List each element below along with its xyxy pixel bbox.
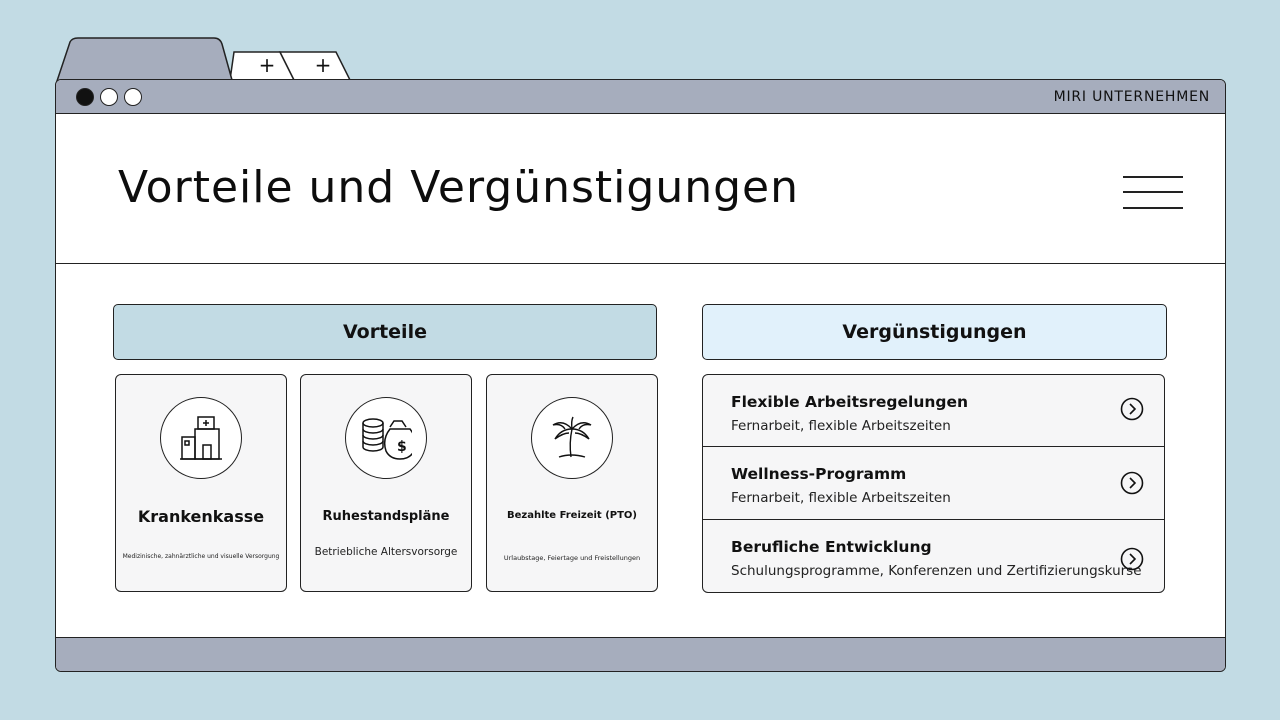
chevron-right-circle-icon[interactable] <box>1120 547 1144 571</box>
perk-item-flexible-work[interactable]: Flexible Arbeitsregelungen Fernarbeit, f… <box>703 375 1164 447</box>
perks-list: Flexible Arbeitsregelungen Fernarbeit, f… <box>702 374 1165 593</box>
perk-item-wellness[interactable]: Wellness-Programm Fernarbeit, flexible A… <box>703 447 1164 520</box>
window-control-maximize[interactable] <box>124 88 142 106</box>
money-icon: $ <box>345 397 427 479</box>
perk-description: Schulungsprogramme, Konferenzen und Zert… <box>731 563 1142 579</box>
new-tab-button[interactable]: + <box>256 54 278 76</box>
benefit-title: Bezahlte Freizeit (PTO) <box>507 510 637 521</box>
chevron-right-circle-icon[interactable] <box>1120 397 1144 421</box>
new-tab-button-2[interactable]: + <box>312 54 334 76</box>
benefit-subtitle: Urlaubstage, Feiertage und Freistellunge… <box>503 554 641 562</box>
benefit-subtitle: Medizinische, zahnärztliche und visuelle… <box>122 553 280 560</box>
palm-tree-icon <box>531 397 613 479</box>
benefit-title: Krankenkasse <box>137 507 265 526</box>
perk-item-professional-development[interactable]: Berufliche Entwicklung Schulungsprogramm… <box>703 520 1164 592</box>
browser-window: MIRI UNTERNEHMEN Vorteile und Vergünstig… <box>55 79 1226 672</box>
browser-statusbar <box>56 637 1225 671</box>
hospital-icon <box>160 397 242 479</box>
perk-description: Fernarbeit, flexible Arbeitszeiten <box>731 418 951 434</box>
benefit-title: Ruhestandspläne <box>322 509 450 524</box>
perk-title: Flexible Arbeitsregelungen <box>731 393 969 411</box>
perk-description: Fernarbeit, flexible Arbeitszeiten <box>731 490 951 506</box>
perk-title: Wellness-Programm <box>731 465 907 483</box>
svg-text:$: $ <box>397 439 407 455</box>
browser-titlebar: MIRI UNTERNEHMEN <box>56 80 1225 114</box>
benefit-subtitle: Betriebliche Altersvorsorge <box>314 546 458 558</box>
company-name: MIRI UNTERNEHMEN <box>1053 89 1210 105</box>
benefits-section-header: Vorteile <box>113 304 657 360</box>
perks-section-header: Vergünstigungen <box>702 304 1167 360</box>
window-control-close[interactable] <box>76 88 94 106</box>
perks-section-label: Vergünstigungen <box>842 321 1027 343</box>
perk-title: Berufliche Entwicklung <box>731 538 932 556</box>
benefit-card-paid-time-off[interactable]: Bezahlte Freizeit (PTO) Urlaubstage, Fei… <box>486 374 658 592</box>
page-title: Vorteile und Vergünstigungen <box>118 162 799 213</box>
chevron-right-circle-icon[interactable] <box>1120 471 1144 495</box>
window-control-minimize[interactable] <box>100 88 118 106</box>
benefits-section-label: Vorteile <box>343 321 427 343</box>
menu-icon[interactable] <box>1123 176 1183 209</box>
benefit-card-health-insurance[interactable]: Krankenkasse Medizinische, zahnärztliche… <box>115 374 287 592</box>
page-header: Vorteile und Vergünstigungen <box>56 114 1225 264</box>
benefit-card-retirement-plans[interactable]: $ Ruhestandspläne Betriebliche Altersvor… <box>300 374 472 592</box>
